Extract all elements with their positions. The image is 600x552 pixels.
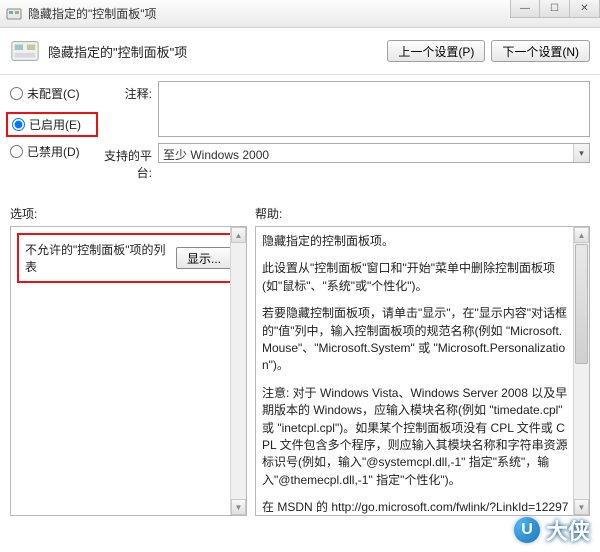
- prev-setting-button[interactable]: 上一个设置(P): [387, 40, 485, 62]
- options-section-label: 选项:: [10, 205, 255, 222]
- options-scrollbar[interactable]: ▲ ▼: [230, 227, 246, 515]
- disallowed-list-label: 不允许的"控制面板"项的列表: [25, 241, 176, 275]
- radio-enabled-input[interactable]: [12, 118, 25, 131]
- help-scrollbar[interactable]: ▲ ▼: [573, 227, 589, 515]
- show-button[interactable]: 显示...: [176, 247, 232, 269]
- radio-disabled-label: 已禁用(D): [27, 143, 80, 160]
- help-box: 隐藏指定的控制面板项。 此设置从"控制面板"窗口和"开始"菜单中删除控制面板项(…: [255, 226, 590, 516]
- platform-value: 至少 Windows 2000: [159, 144, 573, 162]
- platform-field: 至少 Windows 2000 ▾: [158, 143, 590, 163]
- comment-label: 注释:: [98, 81, 158, 137]
- watermark-text: 大侠: [546, 514, 590, 546]
- help-paragraph: 此设置从"控制面板"窗口和"开始"菜单中删除控制面板项(如"鼠标"、"系统"或"…: [262, 260, 569, 295]
- header-row: 隐藏指定的"控制面板"项 上一个设置(P) 下一个设置(N): [0, 28, 600, 75]
- maximize-button[interactable]: ☐: [540, 0, 570, 18]
- radio-not-configured-input[interactable]: [10, 87, 23, 100]
- highlight-options-row: 不允许的"控制面板"项的列表 显示...: [17, 233, 240, 283]
- radio-not-configured-label: 未配置(C): [27, 85, 80, 102]
- help-paragraph: 若要隐藏控制面板项，请单击"显示"，在"显示内容"对话框的"值"列中，输入控制面…: [262, 305, 569, 375]
- close-button[interactable]: ✕: [570, 0, 600, 18]
- watermark-logo: U: [514, 517, 540, 543]
- scroll-down-icon[interactable]: ▼: [231, 499, 246, 515]
- titlebar: 隐藏指定的"控制面板"项 — ☐ ✕: [0, 0, 600, 28]
- radio-enabled-label: 已启用(E): [29, 116, 81, 133]
- help-paragraph: 隐藏指定的控制面板项。: [262, 233, 569, 250]
- app-icon: [6, 6, 22, 22]
- radio-enabled[interactable]: 已启用(E): [12, 116, 96, 133]
- state-radio-group: 未配置(C) 已启用(E) 已禁用(D): [10, 81, 98, 187]
- radio-disabled-input[interactable]: [10, 145, 23, 158]
- platform-label: 支持的平台:: [98, 143, 158, 181]
- fields-column: 注释: 支持的平台: 至少 Windows 2000 ▾: [98, 81, 590, 187]
- next-setting-button[interactable]: 下一个设置(N): [491, 40, 590, 62]
- watermark: U 大侠: [514, 514, 590, 546]
- lower-section: 不允许的"控制面板"项的列表 显示... ▲ ▼ 隐藏指定的控制面板项。 此设置…: [0, 226, 600, 526]
- scroll-track[interactable]: [231, 243, 246, 499]
- radio-disabled[interactable]: 已禁用(D): [10, 143, 98, 160]
- scroll-up-icon[interactable]: ▲: [231, 227, 246, 243]
- platform-row: 支持的平台: 至少 Windows 2000 ▾: [98, 143, 590, 181]
- comment-textarea[interactable]: [158, 81, 590, 137]
- comment-row: 注释:: [98, 81, 590, 137]
- scroll-track[interactable]: [574, 243, 589, 499]
- upper-section: 未配置(C) 已启用(E) 已禁用(D) 注释: 支持的平台: 至少 Windo…: [0, 75, 600, 191]
- policy-icon: [10, 36, 40, 66]
- section-labels: 选项: 帮助:: [0, 191, 600, 226]
- highlight-enabled: 已启用(E): [6, 112, 98, 137]
- help-paragraph: 注意: 对于 Windows Vista、Windows Server 2008…: [262, 385, 569, 489]
- platform-dropdown-button[interactable]: ▾: [573, 144, 589, 162]
- scroll-up-icon[interactable]: ▲: [574, 227, 589, 243]
- radio-not-configured[interactable]: 未配置(C): [10, 85, 98, 102]
- window-controls: — ☐ ✕: [510, 0, 600, 18]
- minimize-button[interactable]: —: [510, 0, 540, 18]
- scroll-down-icon[interactable]: ▼: [574, 499, 589, 515]
- scroll-thumb[interactable]: [575, 244, 588, 364]
- window-title: 隐藏指定的"控制面板"项: [28, 5, 157, 22]
- page-title: 隐藏指定的"控制面板"项: [48, 42, 381, 61]
- options-box: 不允许的"控制面板"项的列表 显示... ▲ ▼: [10, 226, 247, 516]
- help-section-label: 帮助:: [255, 205, 282, 222]
